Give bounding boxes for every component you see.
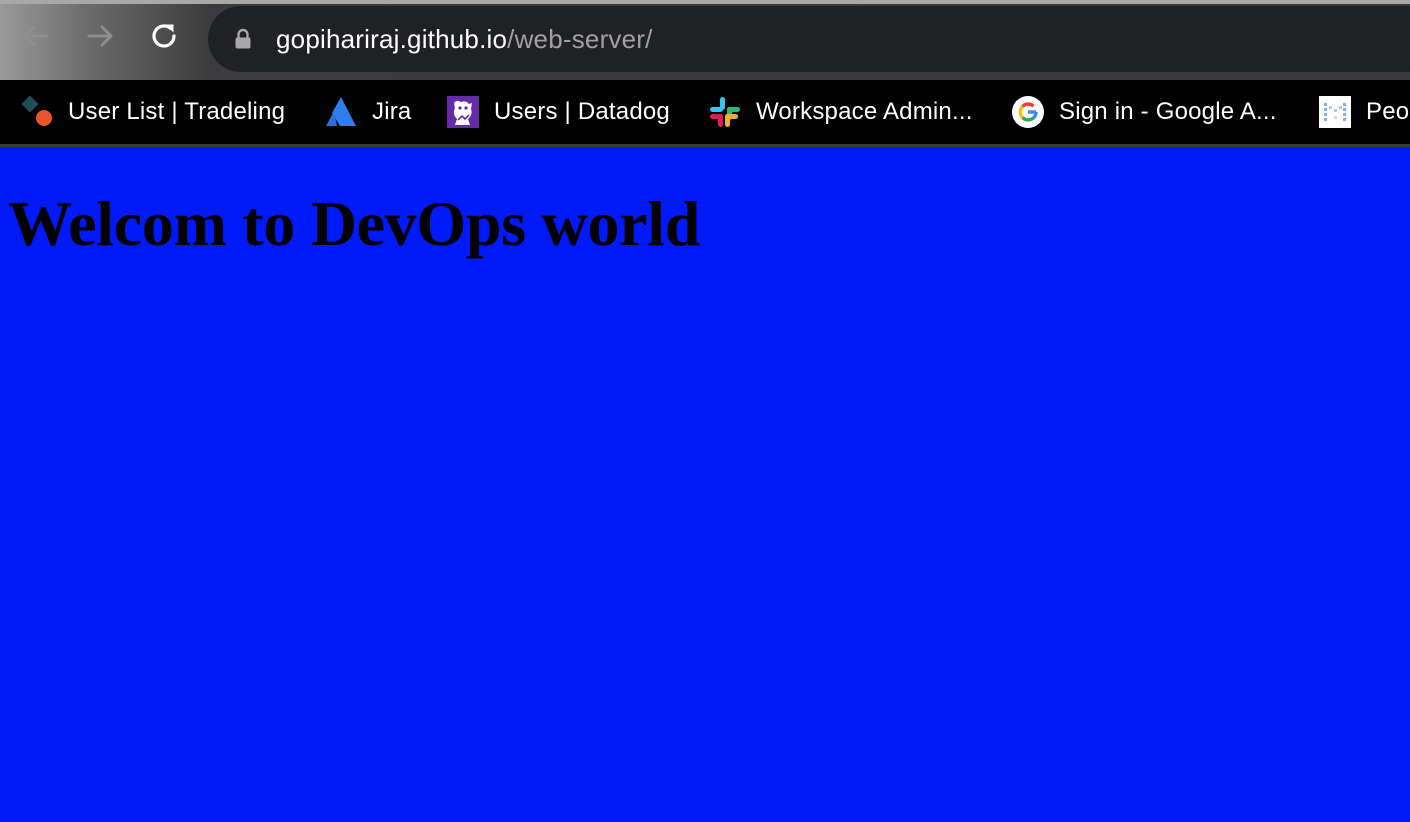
bookmark-label: Peo [1366, 98, 1410, 125]
url-path: /web-server/ [507, 23, 653, 54]
datadog-logo-icon [446, 95, 480, 129]
bookmark-datadog[interactable]: Users | Datadog [446, 80, 670, 144]
slack-logo-icon [708, 95, 742, 129]
url-text[interactable]: gopihariraj.github.io/web-server/ [276, 24, 653, 55]
atlassian-logo-icon [324, 95, 358, 129]
bookmark-slack[interactable]: Workspace Admin... [708, 80, 973, 144]
browser-toolbar: gopihariraj.github.io/web-server/ [0, 0, 1410, 80]
people-app-icon [1318, 95, 1352, 129]
bookmark-label: Workspace Admin... [756, 98, 973, 125]
url-host: gopihariraj.github.io [276, 23, 508, 54]
bookmark-people[interactable]: Peo [1318, 80, 1409, 144]
bookmark-google[interactable]: Sign in - Google A... [1011, 80, 1277, 144]
browser-window: gopihariraj.github.io/web-server/ User L… [0, 0, 1410, 822]
reload-button[interactable] [146, 18, 182, 54]
back-button[interactable] [18, 18, 54, 54]
lock-icon[interactable] [234, 28, 252, 50]
arrow-left-icon [23, 25, 49, 47]
forward-button[interactable] [82, 18, 118, 54]
page-content: Welcom to DevOps world [0, 147, 1410, 822]
tradeling-logo-icon [20, 95, 54, 129]
reload-icon [152, 24, 176, 48]
google-logo-icon [1011, 95, 1045, 129]
page-heading: Welcom to DevOps world [8, 188, 700, 259]
bookmark-label: Sign in - Google A... [1059, 98, 1277, 125]
bookmarks-bar: User List | Tradeling Jira Users | Datad… [0, 80, 1410, 147]
bookmark-label: Jira [372, 98, 412, 125]
bookmark-label: User List | Tradeling [68, 98, 286, 125]
address-bar[interactable]: gopihariraj.github.io/web-server/ [208, 6, 1410, 72]
arrow-right-icon [87, 25, 113, 47]
bookmark-jira[interactable]: Jira [324, 80, 411, 144]
bookmark-tradeling[interactable]: User List | Tradeling [20, 80, 285, 144]
bookmark-label: Users | Datadog [494, 98, 670, 125]
